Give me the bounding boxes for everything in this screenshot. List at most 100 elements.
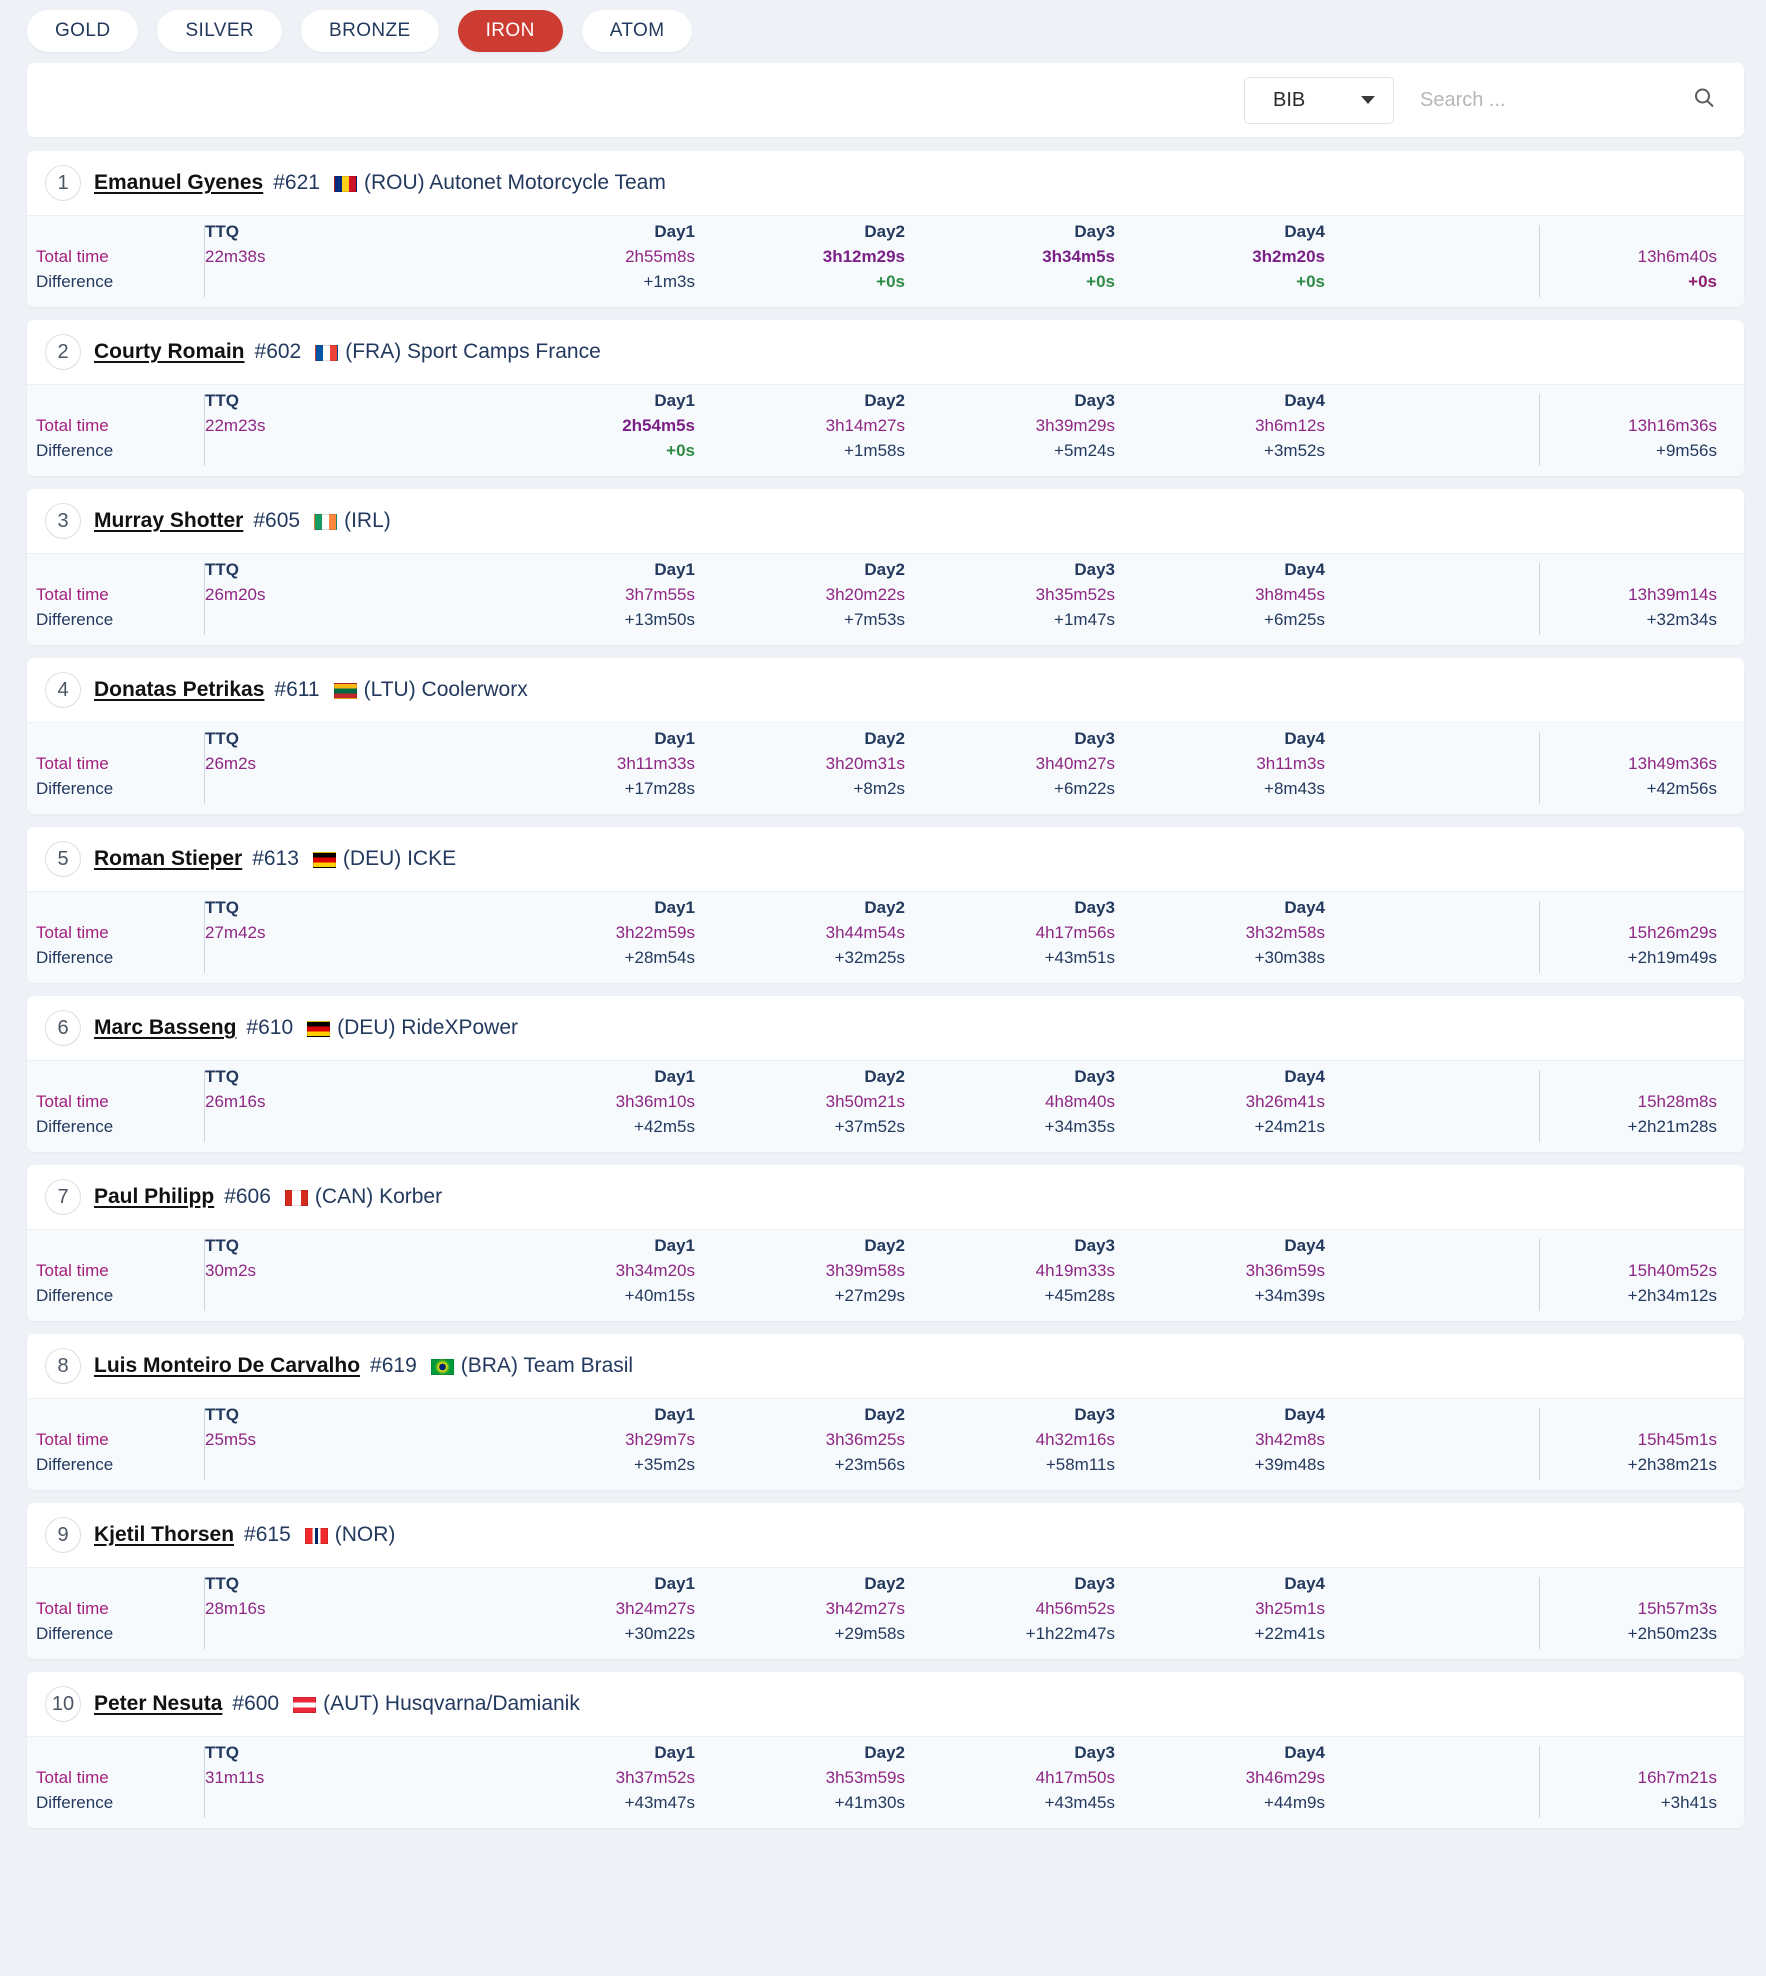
- stage-time: 3h6m12s: [1255, 416, 1325, 435]
- stage-difference: +35m2s: [634, 1455, 695, 1474]
- bib-number: #600: [232, 1692, 280, 1715]
- stage-difference: +42m5s: [634, 1117, 695, 1136]
- column-header-day2: Day2: [864, 1743, 905, 1762]
- tab-atom[interactable]: ATOM: [581, 9, 693, 52]
- column-header-ttq: TTQ: [205, 222, 239, 241]
- country-team-label: (ROU) Autonet Motorcycle Team: [363, 171, 666, 194]
- tab-iron[interactable]: IRON: [457, 9, 563, 52]
- stage-time: 2h54m5s: [622, 416, 695, 435]
- tab-gold[interactable]: GOLD: [27, 9, 139, 52]
- bib-number: #611: [274, 678, 320, 701]
- difference-row: Difference +30m22s +29m58s +1h22m47s +22m41s…: [27, 1624, 1744, 1649]
- athlete-header: 3 Murray Shotter #605 (IRL): [27, 489, 1744, 553]
- country-team-label: (NOR): [334, 1523, 396, 1546]
- column-header-day1: Day1: [654, 729, 695, 748]
- column-header-day1: Day1: [654, 222, 695, 241]
- stage-difference: +3m52s: [1264, 441, 1325, 460]
- total-time-label: Total time: [36, 1768, 109, 1787]
- stage-time: 4h19m33s: [1035, 1261, 1115, 1280]
- athlete-name-link[interactable]: Donatas Petrikas: [94, 678, 264, 702]
- athlete-card: 7 Paul Philipp #606 (CAN) Korber TTQ Day1 Day2…: [27, 1165, 1744, 1321]
- athlete-name-link[interactable]: Roman Stieper: [94, 847, 242, 871]
- column-header-day2: Day2: [864, 898, 905, 917]
- stats-divider-right: [1539, 394, 1540, 466]
- total-time-row: Total time 30m2s 3h34m20s 3h39m58s 4h19m33s 3…: [27, 1261, 1744, 1286]
- total-time-label: Total time: [36, 1092, 109, 1111]
- column-header-day4: Day4: [1284, 729, 1325, 748]
- stage-time: 3h20m31s: [825, 754, 905, 773]
- difference-row: Difference +17m28s +8m2s +6m22s +8m43s +42m56…: [27, 779, 1744, 804]
- column-header-day3: Day3: [1074, 1743, 1115, 1762]
- rank-badge: 10: [45, 1686, 81, 1722]
- stage-difference: +34m39s: [1254, 1286, 1325, 1305]
- athlete-header: 4 Donatas Petrikas #611 (LTU) Coolerworx: [27, 658, 1744, 722]
- total-time-row: Total time 26m2s 3h11m33s 3h20m31s 3h40m27s 3…: [27, 754, 1744, 779]
- total-time-row: Total time 27m42s 3h22m59s 3h44m54s 4h17m56s…: [27, 923, 1744, 948]
- athlete-name-link[interactable]: Courty Romain: [94, 340, 245, 364]
- germany-flag: [307, 1021, 331, 1037]
- stage-difference: +44m9s: [1264, 1793, 1325, 1812]
- athlete-card: 9 Kjetil Thorsen #615 (NOR) TTQ Day1 Day2 Day3 D…: [27, 1503, 1744, 1659]
- column-header-day4: Day4: [1284, 1574, 1325, 1593]
- athlete-name-link[interactable]: Murray Shotter: [94, 509, 243, 533]
- stage-time: 3h12m29s: [822, 247, 905, 266]
- athlete-card: 8 Luis Monteiro De Carvalho #619 (BRA) Team…: [27, 1334, 1744, 1490]
- tab-bronze[interactable]: BRONZE: [301, 9, 439, 52]
- stage-difference: +58m11s: [1045, 1455, 1115, 1474]
- brazil-flag: [430, 1359, 454, 1375]
- athlete-name-link[interactable]: Marc Basseng: [94, 1016, 236, 1040]
- stage-difference: +45m28s: [1044, 1286, 1115, 1305]
- athlete-header: 2 Courty Romain #602 (FRA) Sport Camps Fran…: [27, 320, 1744, 384]
- stats-divider-left: [204, 1746, 205, 1818]
- stage-time: 3h2m20s: [1252, 247, 1325, 266]
- difference-row: Difference +1m3s +0s +0s +0s +0s: [27, 272, 1744, 297]
- stage-time: 3h36m10s: [615, 1092, 695, 1111]
- column-header-ttq: TTQ: [205, 898, 239, 917]
- search-icon[interactable]: [1692, 86, 1716, 115]
- bib-number: #621: [273, 171, 320, 194]
- column-header-day4: Day4: [1284, 560, 1325, 579]
- stage-difference: +1m47s: [1054, 610, 1115, 629]
- stats-divider-right: [1539, 901, 1540, 973]
- column-header-day4: Day4: [1284, 898, 1325, 917]
- athlete-header: 8 Luis Monteiro De Carvalho #619 (BRA) Team…: [27, 1334, 1744, 1398]
- stats-divider-right: [1539, 1746, 1540, 1818]
- stats-divider-right: [1539, 1408, 1540, 1480]
- column-header-day1: Day1: [654, 560, 695, 579]
- athlete-name-link[interactable]: Peter Nesuta: [94, 1692, 222, 1716]
- search-box[interactable]: Search ...: [1420, 77, 1720, 124]
- column-header-ttq: TTQ: [205, 1236, 239, 1255]
- tab-silver[interactable]: SILVER: [157, 9, 283, 52]
- athlete-name-link[interactable]: Emanuel Gyenes: [94, 171, 263, 195]
- search-field-select[interactable]: BIB: [1244, 76, 1394, 124]
- stage-time: 3h39m29s: [1035, 416, 1115, 435]
- stats-divider-right: [1539, 1070, 1540, 1142]
- column-header-day2: Day2: [864, 560, 905, 579]
- total-time-row: Total time 26m16s 3h36m10s 3h50m21s 4h8m40s 3…: [27, 1092, 1744, 1117]
- rank-badge: 7: [45, 1179, 81, 1215]
- stats-header-row: TTQ Day1 Day2 Day3 Day4: [27, 560, 1744, 585]
- athlete-name-link[interactable]: Luis Monteiro De Carvalho: [94, 1354, 360, 1378]
- stage-time: 3h37m52s: [615, 1768, 695, 1787]
- stats-divider-left: [204, 1577, 205, 1649]
- stage-time: 3h34m5s: [1042, 247, 1115, 266]
- athlete-stats: TTQ Day1 Day2 Day3 Day4 Total time 28m16s 3h24m…: [27, 1567, 1744, 1659]
- stage-time: 22m38s: [205, 247, 266, 266]
- athlete-card: 10 Peter Nesuta #600 (AUT) Husqvarna/Damian…: [27, 1672, 1744, 1828]
- stage-time: 3h42m27s: [825, 1599, 905, 1618]
- stage-difference: +40m15s: [624, 1286, 695, 1305]
- ireland-flag: [314, 514, 338, 530]
- difference-row: Difference +43m47s +41m30s +43m45s +44m9s +3h…: [27, 1793, 1744, 1818]
- athlete-card: 6 Marc Basseng #610 (DEU) RideXPower TTQ Day1…: [27, 996, 1744, 1152]
- stage-time: 3h44m54s: [825, 923, 905, 942]
- stats-header-row: TTQ Day1 Day2 Day3 Day4: [27, 1743, 1744, 1768]
- stats-header-row: TTQ Day1 Day2 Day3 Day4: [27, 898, 1744, 923]
- total-time-row: Total time 22m38s 2h55m8s 3h12m29s 3h34m5s 3h…: [27, 247, 1744, 272]
- stats-divider-left: [204, 394, 205, 466]
- athlete-name-link[interactable]: Kjetil Thorsen: [94, 1523, 234, 1547]
- column-header-day3: Day3: [1074, 560, 1115, 579]
- stage-difference: +0s: [666, 441, 695, 460]
- athlete-name-link[interactable]: Paul Philipp: [94, 1185, 214, 1209]
- athlete-stats: TTQ Day1 Day2 Day3 Day4 Total time 26m20s 3h7m5…: [27, 553, 1744, 645]
- stage-time: 3h11m33s: [616, 754, 695, 773]
